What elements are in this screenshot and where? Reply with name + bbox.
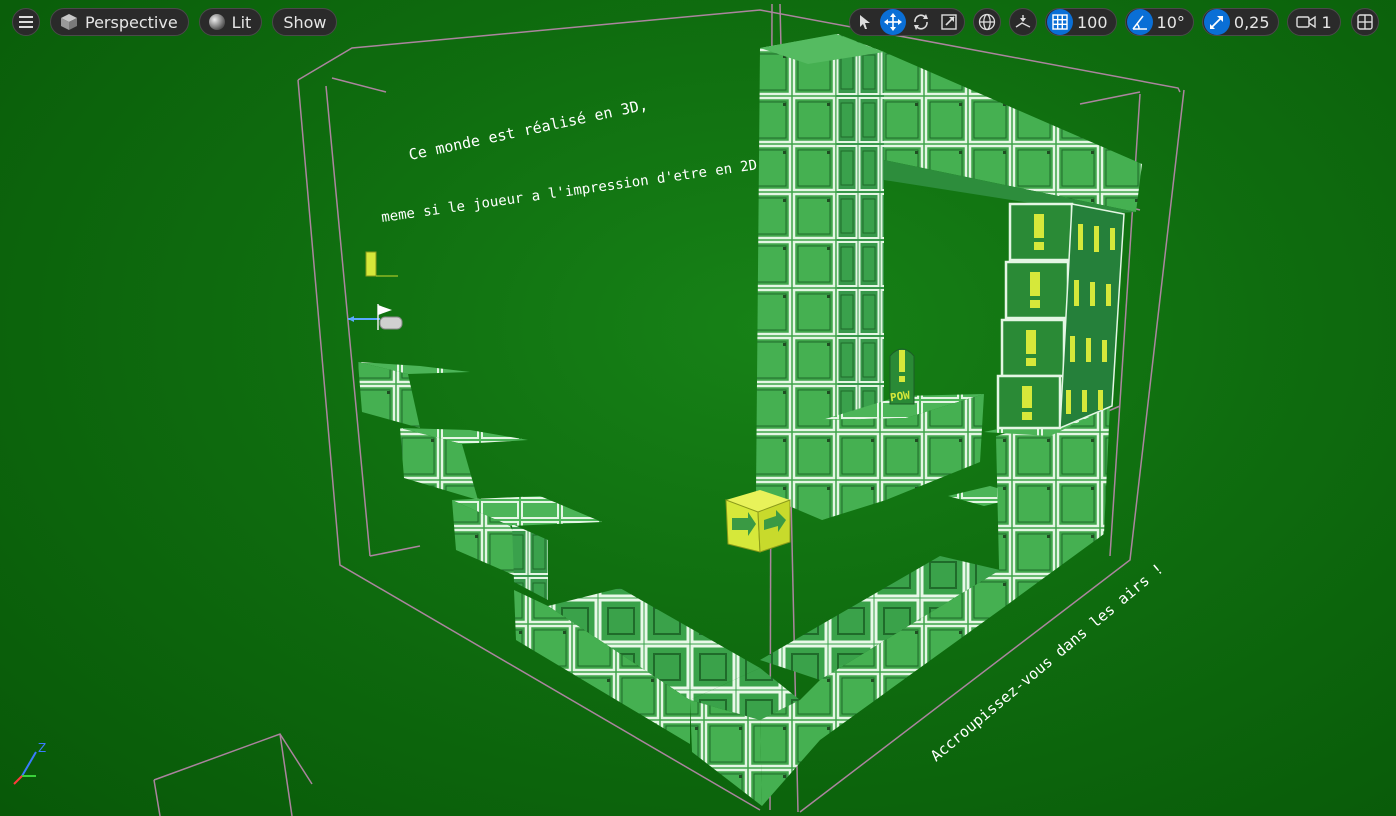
scale-arrow-icon	[1209, 16, 1223, 29]
sphere-icon	[208, 14, 225, 30]
scale-snap-value[interactable]: 0,25	[1230, 13, 1276, 32]
lit-label: Lit	[231, 12, 252, 32]
pickup-marker[interactable]	[365, 251, 398, 277]
camera-icon	[1295, 15, 1316, 29]
move-arrows-icon	[884, 13, 902, 31]
surface-snapping-icon	[1015, 15, 1031, 28]
world-local-toggle[interactable]	[973, 8, 1001, 36]
camera-speed-value: 1	[1321, 12, 1332, 32]
player-start[interactable]	[348, 304, 403, 330]
world-text-line2: meme si le joueur a l'impression d'etre …	[380, 157, 758, 226]
surface-snapping-button[interactable]	[1009, 8, 1037, 36]
left-staircase[interactable]	[358, 362, 602, 600]
scale-icon	[941, 14, 957, 30]
show-label: Show	[283, 12, 327, 32]
exclamation-blocks[interactable]	[996, 202, 1125, 430]
grid-snap-value[interactable]: 100	[1073, 13, 1114, 32]
angle-icon	[1131, 15, 1147, 30]
globe-icon	[978, 13, 996, 31]
scene-render[interactable]: POW Ce monde est réalisé en 3D, meme si …	[0, 0, 1396, 816]
select-tool[interactable]	[852, 9, 878, 35]
rotation-snap-group: 10°	[1124, 8, 1194, 36]
viewport-toolbar-right: 100 10° 0,25 1	[849, 7, 1379, 37]
cube-icon	[61, 14, 77, 30]
scale-snap-toggle[interactable]	[1203, 9, 1230, 35]
rotate-tool[interactable]	[908, 9, 934, 35]
cursor-arrow-icon	[860, 15, 870, 29]
scale-snap-group: 0,25	[1201, 8, 1279, 36]
rotation-snap-value[interactable]: 10°	[1153, 13, 1191, 32]
grid-snap-group: 100	[1045, 8, 1117, 36]
level-viewport[interactable]: POW Ce monde est réalisé en 3D, meme si …	[0, 0, 1396, 816]
lit-button[interactable]: Lit	[198, 8, 263, 36]
show-button[interactable]: Show	[272, 8, 338, 36]
viewport-layout-button[interactable]	[1350, 8, 1379, 36]
perspective-label: Perspective	[85, 12, 178, 32]
world-text-line1: Ce monde est réalisé en 3D,	[407, 96, 649, 164]
translate-tool[interactable]	[880, 9, 906, 35]
viewport-menu-button[interactable]	[12, 8, 40, 36]
layout-grid-icon	[1357, 14, 1373, 30]
grid-snap-toggle[interactable]	[1047, 9, 1073, 35]
perspective-button[interactable]: Perspective	[50, 8, 189, 36]
camera-speed-button[interactable]: 1	[1286, 8, 1341, 36]
grid-icon	[1052, 14, 1068, 30]
right-wall[interactable]	[984, 404, 1112, 610]
axis-gizmo: Z	[13, 741, 46, 785]
pow-block[interactable]: POW	[889, 348, 915, 405]
axis-z-label: Z	[38, 741, 46, 755]
rotate-icon	[914, 14, 928, 30]
scale-tool[interactable]	[936, 9, 962, 35]
hamburger-menu-icon	[19, 16, 33, 28]
arrow-cube[interactable]	[725, 490, 791, 553]
transform-tools-group	[849, 8, 965, 36]
rotation-snap-toggle[interactable]	[1126, 9, 1153, 35]
viewport-toolbar-left: Perspective Lit Show	[12, 7, 338, 37]
middle-platform[interactable]	[822, 394, 984, 520]
